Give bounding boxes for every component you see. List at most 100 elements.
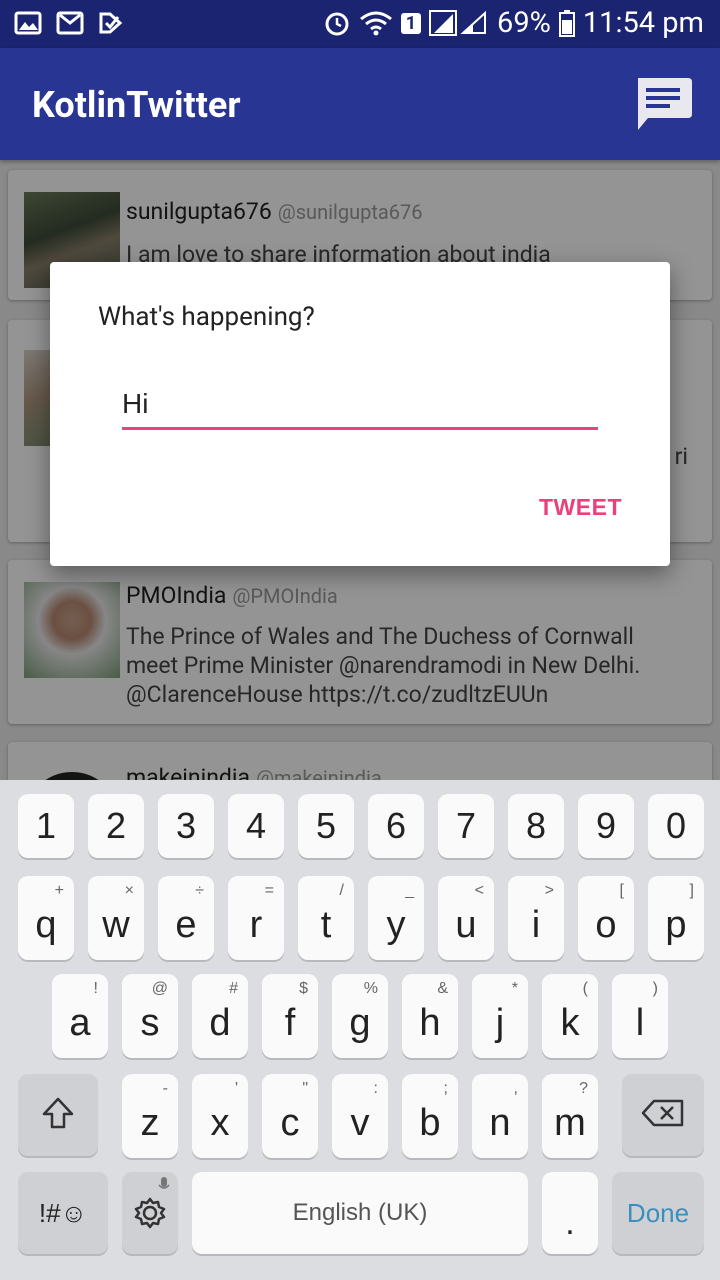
key-h[interactable]: & h [402, 974, 458, 1058]
key-7[interactable]: 7 [438, 794, 494, 858]
key-label: f [284, 1001, 296, 1044]
key-s[interactable]: @ s [122, 974, 178, 1058]
key-hint: + [54, 882, 64, 899]
key-label: b [419, 1101, 441, 1144]
done-key-label: Done [626, 1197, 690, 1228]
soft-keyboard: !#☺ English (UK) . Done 1 2 3 4 5 6 7 8 9 0 + q × w ÷ e… [0, 780, 720, 1280]
compose-dialog: What's happening? TWEET [50, 262, 670, 566]
key-hint: - [162, 1080, 168, 1097]
key-label: o [595, 903, 617, 946]
key-r[interactable]: = r [228, 876, 284, 960]
backspace-key[interactable] [622, 1074, 704, 1156]
key-5[interactable]: 5 [298, 794, 354, 858]
key-label: 1 [35, 805, 57, 846]
key-label: t [320, 903, 332, 946]
key-g[interactable]: % g [332, 974, 388, 1058]
app-bar: KotlinTwitter [0, 48, 720, 160]
key-hint: , [513, 1080, 518, 1097]
key-x[interactable]: ' x [192, 1074, 248, 1158]
key-p[interactable]: ] p [648, 876, 704, 960]
key-hint: × [124, 882, 134, 899]
key-hint: = [264, 882, 274, 899]
sim-slot-badge: 1 [400, 12, 422, 34]
key-o[interactable]: [o [578, 876, 634, 960]
key-label: e [175, 903, 197, 946]
space-key-label: English (UK) [292, 1199, 428, 1226]
dialog-title: What's happening? [98, 302, 315, 332]
key-n[interactable]: ,n [472, 1074, 528, 1158]
key-label: 2 [105, 805, 127, 846]
tweet-button[interactable]: TWEET [539, 494, 622, 521]
key-label: r [249, 903, 263, 946]
key-v[interactable]: :v [332, 1074, 388, 1158]
key-label: c [280, 1101, 300, 1144]
key-q[interactable]: + q [18, 876, 74, 960]
shift-key[interactable] [18, 1074, 98, 1156]
key-i[interactable]: > i [508, 876, 564, 960]
key-label: l [635, 1001, 645, 1044]
key-2[interactable]: 2 [88, 794, 144, 858]
key-d[interactable]: # d [192, 974, 248, 1058]
key-label: v [350, 1101, 370, 1144]
period-key[interactable]: . [542, 1172, 598, 1254]
key-hint: # [229, 980, 238, 997]
key-8[interactable]: 8 [508, 794, 564, 858]
key-hint: ! [93, 980, 98, 997]
key-0[interactable]: 0 [648, 794, 704, 858]
mail-icon [56, 10, 84, 36]
key-hint: [ [619, 882, 624, 899]
compose-message-icon[interactable] [632, 74, 694, 134]
key-b[interactable]: ; b [402, 1074, 458, 1158]
key-label: q [35, 903, 57, 946]
tweet-input[interactable] [122, 380, 598, 430]
key-hint: : [373, 1080, 378, 1097]
key-hint: _ [405, 882, 414, 899]
key-6[interactable]: 6 [368, 794, 424, 858]
clock-time: 11:54 pm [582, 6, 704, 40]
key-label: m [554, 1101, 586, 1144]
key-c[interactable]: " c [262, 1074, 318, 1158]
key-k[interactable]: (k [542, 974, 598, 1058]
key-9[interactable]: 9 [578, 794, 634, 858]
keyboard-settings-key[interactable] [122, 1172, 178, 1254]
key-l[interactable]: ) l [612, 974, 668, 1058]
key-label: 7 [455, 805, 477, 846]
done-key[interactable]: Done [612, 1172, 704, 1254]
battery-percent: 69% [497, 6, 551, 40]
key-label: n [489, 1101, 511, 1144]
symbols-key[interactable]: !#☺ [18, 1172, 108, 1254]
key-hint: ' [234, 1080, 238, 1097]
key-label: y [386, 903, 406, 946]
key-a[interactable]: ! a [52, 974, 108, 1058]
key-hint: > [544, 882, 554, 899]
period-key-label: . [565, 1203, 575, 1242]
key-label: p [665, 903, 687, 946]
key-f[interactable]: $ f [262, 974, 318, 1058]
key-label: i [531, 903, 541, 946]
key-y[interactable]: _ y [368, 876, 424, 960]
key-j[interactable]: * j [472, 974, 528, 1058]
space-key[interactable]: English (UK) [192, 1172, 528, 1254]
battery-icon [558, 9, 575, 37]
image-icon [14, 10, 42, 36]
key-u[interactable]: < u [438, 876, 494, 960]
key-z[interactable]: -z [122, 1074, 178, 1158]
key-label: a [69, 1001, 91, 1044]
key-1[interactable]: 1 [18, 794, 74, 858]
status-bar: 1 69% 11:54 pm [0, 0, 720, 48]
key-hint: ) [652, 980, 658, 997]
key-label: k [560, 1001, 580, 1044]
key-label: 9 [595, 805, 617, 846]
key-4[interactable]: 4 [228, 794, 284, 858]
key-m[interactable]: ? m [542, 1074, 598, 1158]
key-hint: ÷ [195, 882, 204, 899]
key-label: 3 [175, 805, 197, 846]
key-hint: @ [151, 980, 168, 997]
key-t[interactable]: / t [298, 876, 354, 960]
key-label: 8 [525, 805, 547, 846]
key-3[interactable]: 3 [158, 794, 214, 858]
key-hint: & [437, 980, 448, 997]
key-w[interactable]: × w [88, 876, 144, 960]
key-hint: < [474, 882, 484, 899]
key-e[interactable]: ÷ e [158, 876, 214, 960]
